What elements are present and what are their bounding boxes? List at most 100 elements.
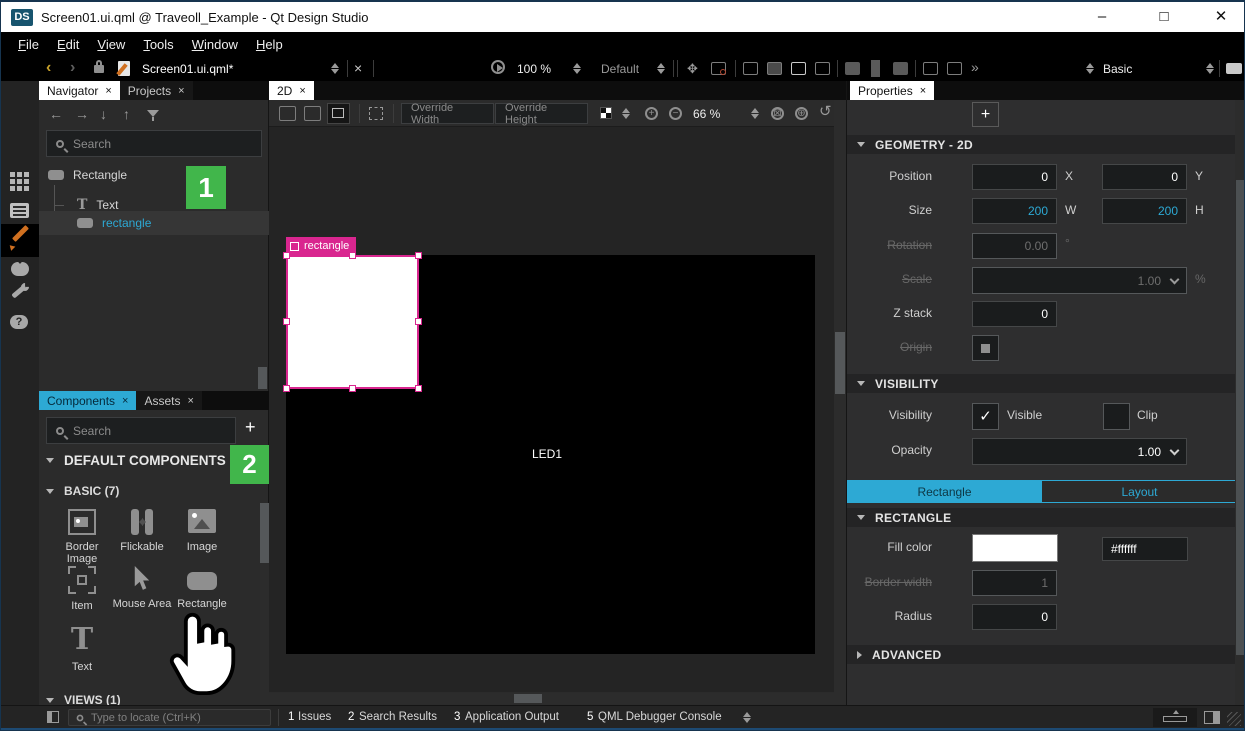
move-up-icon[interactable]: ↑ — [123, 108, 130, 121]
basic-section-header[interactable]: BASIC (7) — [46, 484, 119, 498]
components-search-input[interactable]: Search — [46, 417, 236, 444]
tab-close-icon[interactable]: × — [188, 395, 194, 407]
navigator-search-input[interactable]: Search — [46, 130, 262, 157]
resize-handle-ne[interactable] — [415, 252, 422, 259]
tab-projects[interactable]: Projects × — [120, 81, 193, 100]
tab-close-icon[interactable]: × — [105, 85, 111, 97]
scale-dropdown[interactable]: 1.00 — [972, 267, 1187, 294]
rectangle-section-header[interactable]: RECTANGLE — [847, 508, 1237, 527]
snap-anchors-icon[interactable] — [304, 106, 321, 121]
position-y-field[interactable]: 0 — [1102, 164, 1187, 190]
clip-checkbox[interactable] — [1103, 403, 1130, 430]
background-color-icon[interactable] — [600, 107, 612, 119]
style-selector-spinner[interactable] — [657, 62, 666, 75]
properties-scrollbar-thumb[interactable] — [1236, 180, 1244, 655]
resize-handle-se[interactable] — [415, 385, 422, 392]
locator-input[interactable]: Type to locate (Ctrl+K) — [68, 709, 271, 726]
advanced-section-header[interactable]: ADVANCED — [847, 645, 1237, 664]
component-border-image[interactable]: Border Image — [49, 509, 115, 565]
resize-handle-s[interactable] — [349, 385, 356, 392]
visibility-section-header[interactable]: VISIBILITY — [847, 374, 1237, 393]
zstack-field[interactable]: 0 — [972, 301, 1057, 327]
component-flickable[interactable]: Flickable — [109, 509, 175, 553]
reset-view-icon[interactable]: ↺ — [819, 105, 832, 118]
back-icon[interactable]: ‹ — [46, 59, 51, 77]
canvas-hscrollbar-thumb[interactable] — [514, 694, 542, 703]
add-property-button[interactable]: + — [972, 102, 999, 127]
override-width-input[interactable]: Override Width — [401, 103, 494, 124]
resize-handle-n[interactable] — [349, 252, 356, 259]
menu-tools[interactable]: Tools — [134, 37, 182, 52]
create-component-icon[interactable] — [743, 62, 758, 75]
issues-panel-button[interactable]: Issues — [298, 711, 331, 723]
tab-assets[interactable]: Assets × — [136, 391, 201, 410]
debug-mode-icon[interactable] — [11, 262, 29, 276]
tab-close-icon[interactable]: × — [122, 395, 128, 407]
close-button[interactable]: ✕ — [1198, 2, 1244, 32]
canvas-zoom-level[interactable]: 66 % — [693, 107, 720, 121]
tab-close-icon[interactable]: × — [178, 85, 184, 97]
selection-label[interactable]: rectangle — [286, 237, 356, 255]
navigator-scrollbar-thumb[interactable] — [258, 367, 267, 389]
component-text[interactable]: T Text — [49, 625, 115, 673]
tab-type-rectangle[interactable]: Rectangle — [847, 481, 1042, 502]
annotation-icon[interactable] — [923, 62, 938, 75]
tab-close-icon[interactable]: × — [920, 85, 926, 97]
tab-close-icon[interactable]: × — [299, 85, 305, 97]
kit-selector-spinner-left[interactable] — [1086, 62, 1095, 75]
border-width-field[interactable]: 1 — [972, 570, 1057, 596]
fill-color-swatch[interactable] — [972, 534, 1058, 562]
kit-selector-spinner-right[interactable] — [1206, 62, 1215, 75]
component-image[interactable]: Image — [169, 509, 235, 553]
resize-grip[interactable] — [1227, 712, 1241, 726]
sidebar-toggle-icon[interactable] — [47, 711, 59, 723]
anchors-icon[interactable]: ✥ — [687, 62, 698, 75]
search-results-panel-button[interactable]: Search Results — [359, 711, 437, 723]
default-components-section-header[interactable]: DEFAULT COMPONENTS — [46, 453, 226, 468]
component-item[interactable]: Item — [49, 566, 115, 612]
output-panes-spinner[interactable] — [743, 711, 752, 724]
filter-icon[interactable] — [147, 110, 159, 117]
close-document-icon[interactable]: × — [354, 60, 362, 76]
tree-item-rectangle-child[interactable]: rectangle — [77, 211, 151, 235]
zoom-out-icon[interactable]: − — [669, 107, 682, 120]
menu-view[interactable]: View — [88, 37, 134, 52]
zoom-fit-selection-icon[interactable]: ⊕ — [795, 107, 808, 120]
canvas-hscrollbar[interactable] — [269, 693, 834, 704]
file-selector-spinner[interactable] — [331, 62, 340, 75]
toolbar-overflow-icon[interactable]: » — [971, 61, 979, 74]
component-rectangle[interactable]: Rectangle — [169, 566, 235, 610]
resize-handle-nw[interactable] — [283, 252, 290, 259]
menu-help[interactable]: Help — [247, 37, 292, 52]
radius-field[interactable]: 0 — [972, 604, 1057, 630]
move-right-icon[interactable]: → — [75, 108, 89, 121]
lock-icon[interactable] — [94, 65, 104, 73]
form-text-led1[interactable]: LED1 — [532, 447, 562, 461]
canvas-vscrollbar[interactable] — [834, 100, 846, 704]
size-h-field[interactable]: 200 — [1102, 198, 1187, 224]
component-mouse-area[interactable]: Mouse Area — [109, 566, 175, 610]
menu-file[interactable]: File — [9, 37, 48, 52]
application-output-panel-button[interactable]: Application Output — [465, 711, 559, 723]
qml-debugger-panel-button[interactable]: QML Debugger Console — [598, 711, 722, 723]
minimize-button[interactable]: – — [1079, 2, 1125, 32]
show-bounds-icon[interactable] — [369, 107, 383, 120]
resize-handle-e[interactable] — [415, 318, 422, 325]
zoom-fit-screen-icon[interactable]: ⊠ — [771, 107, 784, 120]
merge-component-icon[interactable] — [815, 62, 830, 75]
move-down-icon[interactable]: ↓ — [100, 108, 107, 121]
properties-scrollbar[interactable] — [1235, 100, 1245, 705]
components-scrollbar-thumb[interactable] — [260, 503, 269, 563]
help-mode-icon[interactable]: ? — [10, 315, 28, 329]
canvas-viewport[interactable]: LED1 rectangle — [269, 127, 834, 692]
column-layout-icon[interactable] — [871, 60, 880, 77]
visible-checkbox[interactable]: ✓ — [972, 403, 999, 430]
search-results-panel-number[interactable]: 2 — [348, 711, 354, 723]
right-sidebar-toggle-icon[interactable] — [1204, 711, 1220, 724]
kit-selector[interactable]: Basic — [1103, 62, 1132, 76]
style-selector[interactable]: Default — [601, 62, 639, 76]
welcome-mode-icon[interactable] — [10, 172, 29, 191]
extract-component-icon[interactable] — [767, 62, 782, 75]
row-layout-icon[interactable] — [845, 62, 860, 75]
geometry-section-header[interactable]: GEOMETRY - 2D — [847, 135, 1237, 154]
